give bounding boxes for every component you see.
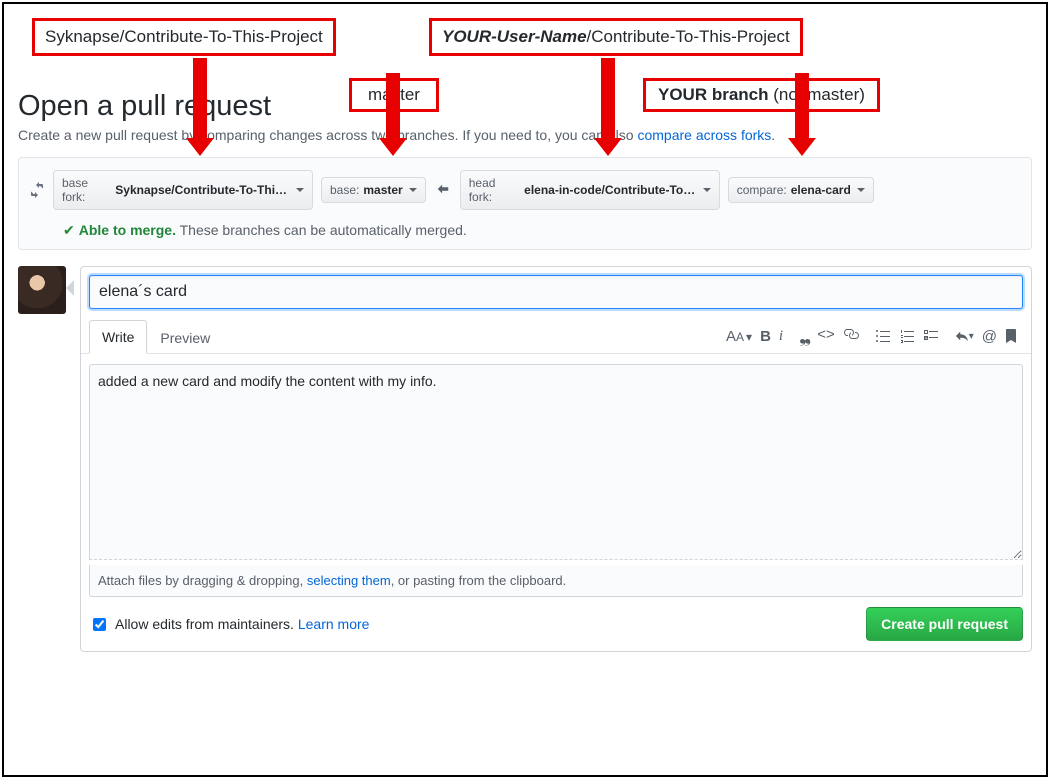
compare-across-forks-link[interactable]: compare across forks xyxy=(637,127,771,143)
merge-status-ok: Able to merge. xyxy=(79,222,176,238)
caret-down-icon xyxy=(296,188,304,192)
annotation-head-fork-prefix: YOUR-User-Name xyxy=(442,27,587,46)
annotation-head-fork: YOUR-User-Name/Contribute-To-This-Projec… xyxy=(429,18,803,56)
base-branch-label: base: xyxy=(330,183,359,197)
annotation-base-branch: master xyxy=(349,78,439,112)
pr-form: Write Preview AA▾ B i ❟❟ <> xyxy=(80,266,1032,652)
annotation-compare-branch-prefix: YOUR branch xyxy=(658,85,769,104)
learn-more-link[interactable]: Learn more xyxy=(298,616,370,632)
reply-icon[interactable]: ▾ xyxy=(955,328,974,345)
page-subtitle: Create a new pull request by comparing c… xyxy=(18,127,1032,143)
task-list-icon[interactable] xyxy=(923,328,939,344)
base-fork-value: Syknapse/Contribute-To-This-P... xyxy=(115,183,290,197)
compare-branch-value: elena-card xyxy=(791,183,851,197)
saved-reply-icon[interactable] xyxy=(1005,328,1017,345)
annotation-base-fork: Syknapse/Contribute-To-This-Project xyxy=(32,18,336,56)
caret-down-icon xyxy=(409,188,417,192)
annotation-head-fork-suffix: /Contribute-To-This-Project xyxy=(587,27,790,46)
page-title: Open a pull request xyxy=(18,90,1032,123)
pr-body-textarea[interactable] xyxy=(89,364,1023,560)
attach-post: , or pasting from the clipboard. xyxy=(391,573,567,588)
user-avatar xyxy=(18,266,66,314)
compare-branch-selector[interactable]: compare: elena-card xyxy=(728,177,874,203)
attach-pre: Attach files by dragging & dropping, xyxy=(98,573,307,588)
annotation-compare-branch-suffix: (not master) xyxy=(769,85,865,104)
base-fork-selector[interactable]: base fork: Syknapse/Contribute-To-This-P… xyxy=(53,170,313,210)
git-compare-icon xyxy=(29,182,45,198)
selecting-them-link[interactable]: selecting them xyxy=(307,573,391,588)
check-icon: ✔ xyxy=(63,222,75,238)
head-fork-selector[interactable]: head fork: elena-in-code/Contribute-To-T… xyxy=(460,170,720,210)
unordered-list-icon[interactable] xyxy=(875,328,891,344)
merge-status-rest: These branches can be automatically merg… xyxy=(176,222,467,238)
base-branch-selector[interactable]: base: master xyxy=(321,177,426,203)
merge-status: ✔Able to merge. These branches can be au… xyxy=(29,222,1021,239)
annotation-base-fork-text: Syknapse/Contribute-To-This-Project xyxy=(45,27,323,46)
code-icon[interactable]: <> xyxy=(817,326,835,347)
tab-write[interactable]: Write xyxy=(89,320,147,354)
head-fork-label: head fork: xyxy=(469,176,520,204)
base-branch-value: master xyxy=(363,183,402,197)
bold-icon[interactable]: B xyxy=(760,328,771,345)
ordered-list-icon[interactable] xyxy=(899,328,915,344)
tab-preview[interactable]: Preview xyxy=(147,321,223,354)
allow-edits-label: Allow edits from maintainers. xyxy=(115,616,294,632)
arrow-left-icon xyxy=(434,182,452,199)
markdown-toolbar: AA▾ B i ❟❟ <> ▾ xyxy=(726,326,1023,347)
head-fork-value: elena-in-code/Contribute-To-T... xyxy=(524,183,697,197)
italic-icon[interactable]: i xyxy=(779,328,783,345)
annotation-compare-branch: YOUR branch (not master) xyxy=(643,78,880,112)
subtitle-post: . xyxy=(771,127,775,143)
pr-title-input[interactable] xyxy=(89,275,1023,309)
quote-icon[interactable]: ❟❟ xyxy=(799,326,809,347)
link-icon[interactable] xyxy=(843,326,859,347)
caret-down-icon xyxy=(857,188,865,192)
compare-branch-label: compare: xyxy=(737,183,787,197)
base-fork-label: base fork: xyxy=(62,176,111,204)
caret-down-icon xyxy=(703,188,711,192)
attach-hint[interactable]: Attach files by dragging & dropping, sel… xyxy=(89,565,1023,597)
mention-icon[interactable]: @ xyxy=(982,328,997,345)
annotation-base-branch-text: master xyxy=(368,85,420,104)
header-icon[interactable]: AA▾ xyxy=(726,328,752,345)
allow-edits-checkbox-row[interactable]: Allow edits from maintainers. Learn more xyxy=(89,615,369,634)
compare-strip: base fork: Syknapse/Contribute-To-This-P… xyxy=(18,157,1032,250)
create-pull-request-button[interactable]: Create pull request xyxy=(866,607,1023,641)
subtitle-pre: Create a new pull request by comparing c… xyxy=(18,127,637,143)
allow-edits-checkbox[interactable] xyxy=(93,618,106,631)
